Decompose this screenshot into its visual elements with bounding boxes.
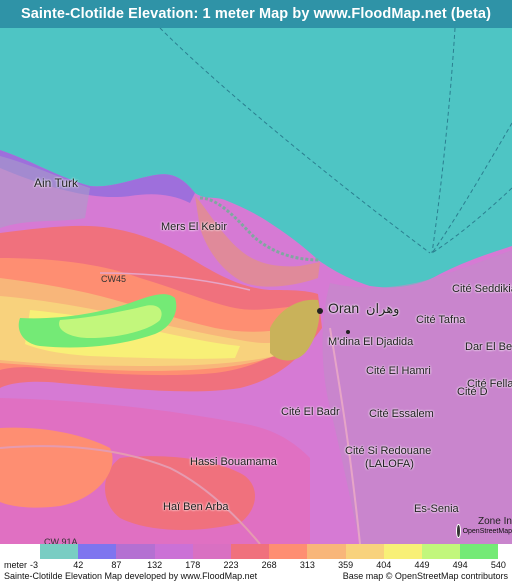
legend-swatches — [40, 544, 499, 559]
legend-tick-label: 540 — [490, 560, 506, 570]
legend-tick-label: 268 — [261, 560, 277, 570]
legend-tick-label: 223 — [223, 560, 239, 570]
legend-swatch — [421, 544, 461, 559]
label-hassi-bouamama: Hassi Bouamama — [190, 456, 277, 468]
legend-swatch — [192, 544, 231, 559]
label-cite-el-badr: Cité El Badr — [281, 406, 340, 418]
legend-swatch — [230, 544, 270, 559]
title-bar: Sainte-Clotilde Elevation: 1 meter Map b… — [0, 0, 512, 28]
oran-marker — [317, 308, 323, 314]
legend-swatch — [269, 544, 308, 559]
label-es-senia: Es-Senia — [414, 503, 459, 515]
osm-logo-text: OpenStreetMap — [462, 527, 512, 535]
legend-swatch — [154, 544, 193, 559]
legend-tick-label: 359 — [338, 560, 354, 570]
legend-swatch — [383, 544, 422, 559]
label-cite-seddikia: Cité Seddikia — [452, 283, 512, 295]
legend-tick-label: 87 — [111, 560, 122, 570]
footer-credit: Sainte-Clotilde Elevation Map developed … — [4, 571, 258, 581]
label-ain-turk: Ain Turk — [34, 176, 79, 190]
legend-swatch — [78, 544, 117, 559]
legend-tick-label: 313 — [299, 560, 315, 570]
legend-tick-label: -3 — [30, 560, 39, 570]
legend-unit-label: meter — [4, 560, 28, 570]
legend-tick-label: 449 — [414, 560, 430, 570]
label-cite-essalem: Cité Essalem — [369, 408, 434, 420]
legend-tick-label: 494 — [452, 560, 468, 570]
label-lalofa: (LALOFA) — [365, 458, 414, 470]
legend-tick-label: 404 — [376, 560, 392, 570]
label-mers-el-kebir: Mers El Kebir — [161, 221, 228, 233]
label-oran: Oran — [328, 300, 360, 316]
legend-tick-label: 42 — [73, 560, 84, 570]
page: Sainte-Clotilde Elevation: 1 meter Map b… — [0, 0, 512, 582]
label-cite-tafna: Cité Tafna — [416, 314, 466, 326]
osm-logo-icon — [456, 524, 461, 538]
label-dar-el-be: Dar El Be — [465, 341, 512, 353]
legend-swatch — [345, 544, 384, 559]
footer: Sainte-Clotilde Elevation Map developed … — [0, 571, 512, 582]
legend-swatch — [116, 544, 155, 559]
label-mdina-el-djadida: M'dina El Djadida — [328, 336, 414, 348]
label-cite-d: Cité D — [457, 386, 488, 398]
label-oran-arabic: وهران — [366, 301, 400, 316]
legend-tick-label: 178 — [185, 560, 201, 570]
map-title: Sainte-Clotilde Elevation: 1 meter Map b… — [20, 6, 491, 22]
legend-tick-label: 132 — [147, 560, 163, 570]
label-hai-ben-arba: Haï Ben Arba — [163, 501, 229, 513]
label-cw45: CW45 — [101, 274, 127, 284]
legend-swatch — [40, 544, 79, 559]
elevation-map[interactable]: Ain Turk Mers El Kebir CW45 Oran وهران C… — [0, 28, 512, 547]
label-cite-si-redouane: Cité Si Redouane — [345, 445, 432, 457]
osm-logo: OpenStreetMap — [456, 522, 512, 540]
mdina-marker — [346, 330, 350, 334]
footer-basemap-credit: Base map © OpenStreetMap contributors — [342, 571, 508, 581]
legend-swatch — [460, 544, 499, 559]
legend-swatch — [307, 544, 346, 559]
label-cite-el-hamri: Cité El Hamri — [366, 365, 431, 377]
